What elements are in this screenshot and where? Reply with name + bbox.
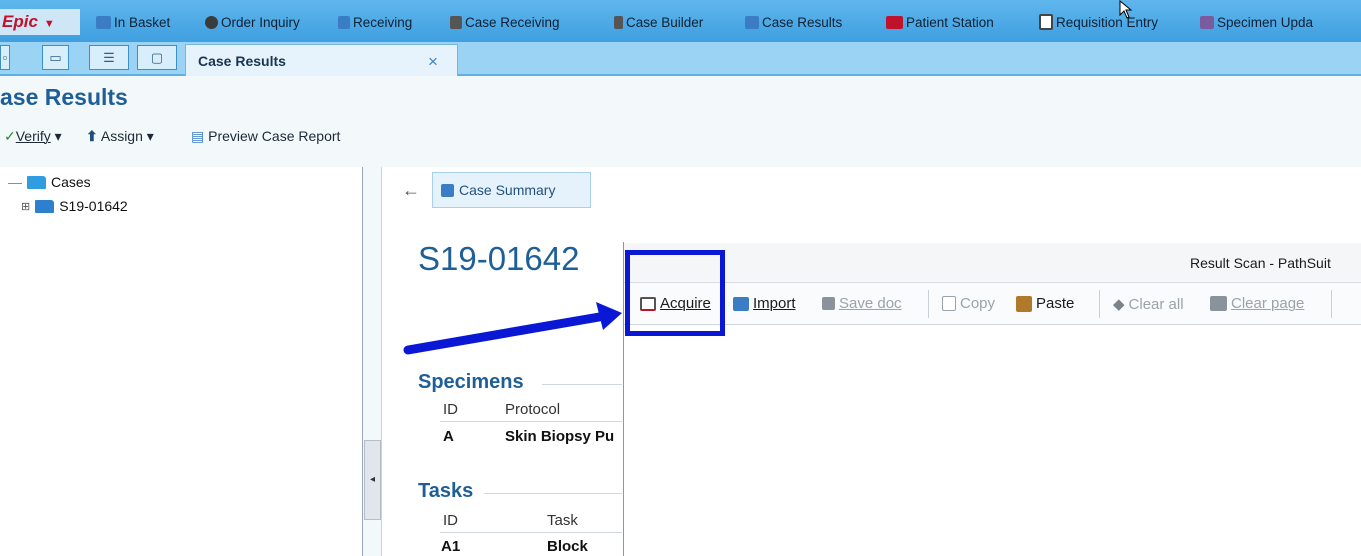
toolbar-requisition-entry[interactable]: Requisition Entry: [1039, 12, 1158, 32]
dialog-title: Result Scan - PathSuit: [1190, 255, 1331, 271]
task-id: A1: [441, 538, 461, 555]
folder-icon: [27, 175, 46, 189]
tree-item-case[interactable]: ⊞ S19-01642: [21, 198, 128, 214]
divider: [484, 493, 622, 494]
paste-icon: [1016, 295, 1032, 312]
preview-case-report-button[interactable]: ▤ Preview Case Report: [191, 128, 340, 145]
epic-menu-button[interactable]: Epic ▼: [0, 9, 80, 35]
column-header-id: ID: [443, 512, 458, 529]
toolbar-case-receiving[interactable]: Case Receiving: [450, 12, 560, 32]
tab-case-results[interactable]: Case Results ×: [185, 44, 458, 76]
case-receiving-icon: [450, 15, 462, 29]
clear-all-button[interactable]: ◆ Clear all: [1113, 295, 1184, 314]
list-icon-button[interactable]: ☰: [89, 45, 129, 70]
divider: [542, 384, 622, 385]
check-icon: ✓: [4, 128, 16, 144]
close-icon[interactable]: ×: [428, 52, 438, 72]
annotation-highlight-box: [625, 250, 725, 336]
paste-button[interactable]: Paste: [1016, 295, 1074, 312]
back-arrow-icon[interactable]: ←: [402, 180, 420, 201]
specimen-id: A: [443, 428, 454, 445]
chevron-down-icon: ▾: [146, 128, 154, 144]
chevron-down-icon: ▼: [43, 18, 55, 30]
chat-icon-button[interactable]: ▢: [137, 45, 177, 70]
copy-icon: [942, 296, 956, 311]
chat-icon: ▢: [150, 50, 164, 65]
task-name: Block: [547, 538, 588, 555]
up-arrow-icon: ⬆: [86, 128, 98, 144]
patient-station-icon: [886, 15, 903, 29]
verify-button[interactable]: ✓Verify ▾: [4, 128, 62, 145]
tab-label: Case Results: [198, 53, 286, 69]
clear-page-icon: [1210, 296, 1227, 311]
chevron-down-icon: ▾: [54, 128, 62, 144]
eraser-icon: ◆: [1113, 296, 1125, 313]
column-header-id: ID: [443, 401, 458, 418]
folder-open-icon: [733, 296, 749, 311]
column-header-protocol: Protocol: [505, 401, 561, 418]
edit-icon: [441, 183, 454, 197]
toolbar-separator: [1331, 290, 1332, 318]
case-number: S19-01642: [418, 240, 580, 277]
case-tree-panel: [0, 167, 363, 556]
toolbar-separator: [1099, 290, 1100, 318]
assign-button[interactable]: ⬆ Assign ▾: [86, 128, 154, 145]
inbox-icon: ▭: [49, 50, 62, 65]
expand-icon[interactable]: ⊞: [21, 200, 30, 213]
case-results-icon: [745, 15, 759, 29]
copy-button[interactable]: Copy: [942, 295, 995, 312]
toolbar-case-builder[interactable]: Case Builder: [614, 12, 703, 32]
folder-icon: [35, 199, 55, 213]
divider: [440, 532, 622, 533]
clipboard-icon: [1039, 14, 1053, 30]
toolbar-specimen-update[interactable]: Specimen Upda: [1200, 12, 1313, 32]
specimen-protocol: Skin Biopsy Pu: [505, 428, 615, 445]
column-header-task: Task: [547, 512, 578, 529]
mouse-cursor-icon: [1119, 0, 1133, 19]
list-icon: ☰: [103, 50, 115, 65]
toolbar-receiving[interactable]: Receiving: [338, 12, 412, 32]
collapse-left-icon: ◂: [369, 474, 376, 485]
save-icon: [822, 297, 835, 310]
toolbar-patient-station[interactable]: Patient Station: [886, 12, 994, 32]
toolbar-order-inquiry[interactable]: Order Inquiry: [205, 12, 300, 32]
tasks-heading: Tasks: [418, 480, 474, 502]
inbox-icon-button[interactable]: ▭: [42, 45, 69, 70]
divider: [440, 421, 622, 422]
epic-logo: Epic: [2, 12, 38, 31]
toolbar-case-results[interactable]: Case Results: [745, 12, 842, 32]
case-builder-icon: [614, 15, 623, 29]
inbox-icon: [96, 15, 111, 29]
receiving-icon: [338, 15, 350, 29]
save-doc-button[interactable]: Save doc: [822, 295, 902, 312]
import-button[interactable]: Import: [733, 295, 796, 312]
case-summary-button[interactable]: Case Summary: [432, 172, 591, 208]
page-title: ase Results: [0, 84, 128, 110]
annotation-arrow-icon: [403, 302, 622, 355]
report-icon: ▤: [191, 128, 205, 144]
toolbar-separator: [928, 290, 929, 318]
tree-root-cases[interactable]: — Cases: [8, 174, 91, 190]
clear-page-button[interactable]: Clear page: [1210, 295, 1304, 312]
window-icon[interactable]: ▫: [0, 45, 10, 70]
specimens-heading: Specimens: [418, 371, 524, 393]
toolbar-in-basket[interactable]: In Basket: [96, 12, 170, 32]
specimen-icon: [1200, 15, 1214, 29]
panel-splitter[interactable]: ◂: [364, 440, 381, 520]
magnifier-icon: [205, 15, 218, 29]
